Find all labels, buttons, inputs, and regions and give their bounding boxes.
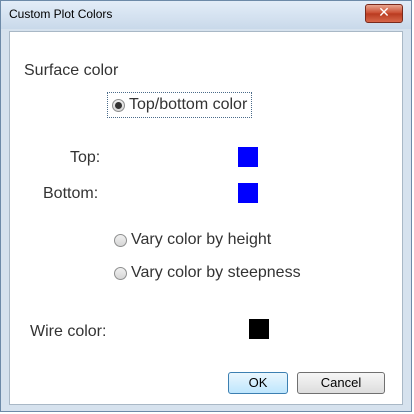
focus-indicator: Top/bottom color xyxy=(107,92,253,118)
top-bottom-color-option[interactable]: Top/bottom color xyxy=(107,92,253,118)
cancel-button[interactable]: Cancel xyxy=(297,372,385,394)
vary-by-steepness-label: Vary color by steepness xyxy=(131,264,301,281)
top-bottom-label: Top/bottom color xyxy=(129,96,248,113)
top-color-label: Top: xyxy=(70,149,101,166)
vary-by-steepness-option[interactable]: Vary color by steepness xyxy=(114,264,301,282)
bottom-color-label: Bottom: xyxy=(43,185,99,202)
surface-color-label: Surface color xyxy=(24,62,119,79)
title-bar: Custom Plot Colors ✕ xyxy=(1,1,411,29)
vary-by-height-option[interactable]: Vary color by height xyxy=(114,231,271,249)
vary-by-height-label: Vary color by height xyxy=(131,231,272,248)
ok-button[interactable]: OK xyxy=(228,372,288,394)
wire-color-swatch[interactable] xyxy=(249,319,269,339)
custom-plot-colors-dialog: Custom Plot Colors ✕ Surface color Top/b… xyxy=(0,0,412,412)
top-color-swatch[interactable] xyxy=(238,147,258,167)
close-button[interactable]: ✕ xyxy=(365,4,403,23)
close-icon: ✕ xyxy=(378,5,390,21)
vary-by-height-radio[interactable] xyxy=(114,233,127,247)
bottom-color-swatch[interactable] xyxy=(238,183,258,203)
vary-by-steepness-radio[interactable] xyxy=(114,266,127,280)
top-bottom-radio[interactable] xyxy=(112,98,125,112)
dialog-body: Surface color Top/bottom color Top: Bott… xyxy=(9,31,403,405)
wire-color-label: Wire color: xyxy=(30,323,107,340)
dialog-title: Custom Plot Colors xyxy=(9,7,113,21)
